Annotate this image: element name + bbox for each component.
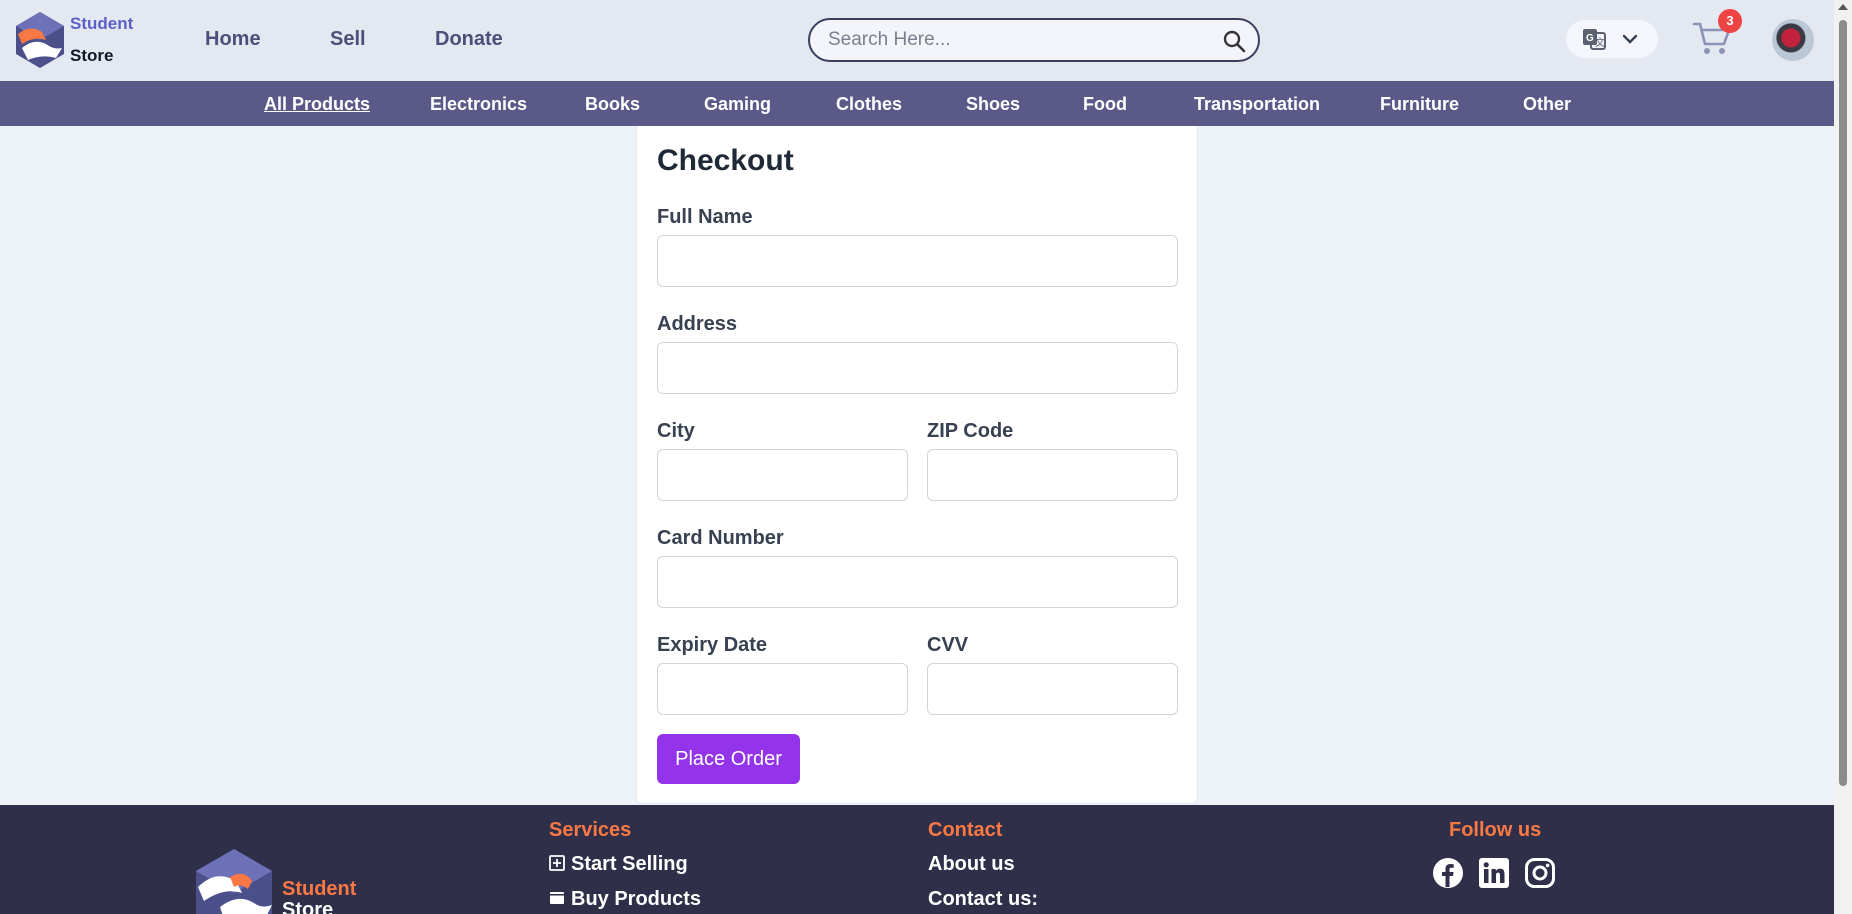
- address-label: Address: [657, 313, 738, 335]
- nav-sell-link[interactable]: Sell: [330, 28, 366, 51]
- nav-home-link[interactable]: Home: [205, 28, 261, 51]
- plus-square-icon: [549, 855, 565, 871]
- logo-text-store: Store: [70, 46, 114, 65]
- category-all-products[interactable]: All Products: [264, 94, 370, 115]
- city-label: City: [657, 420, 695, 442]
- footer-start-selling-label: Start Selling: [571, 853, 688, 875]
- category-transportation[interactable]: Transportation: [1194, 94, 1320, 115]
- chevron-down-icon: [1622, 34, 1638, 44]
- nav-donate-link[interactable]: Donate: [435, 28, 503, 51]
- category-clothes[interactable]: Clothes: [836, 94, 902, 115]
- search-input[interactable]: [828, 28, 1208, 52]
- svg-text:G: G: [1586, 33, 1594, 44]
- checkout-form: Checkout Full Name Address City ZIP Code…: [636, 126, 1198, 804]
- wallet-icon: [550, 892, 564, 904]
- category-shoes[interactable]: Shoes: [966, 94, 1020, 115]
- card-number-field[interactable]: [657, 556, 1178, 608]
- facebook-icon[interactable]: [1432, 857, 1464, 889]
- user-avatar[interactable]: [1772, 19, 1814, 61]
- expiry-date-field[interactable]: [657, 663, 908, 715]
- search-icon[interactable]: [1222, 29, 1246, 53]
- footer-buy-products-link[interactable]: Buy Products: [549, 888, 701, 911]
- language-selector[interactable]: G 文: [1566, 20, 1658, 58]
- category-food[interactable]: Food: [1083, 94, 1127, 115]
- instagram-icon[interactable]: [1524, 857, 1556, 889]
- cvv-label: CVV: [927, 634, 969, 656]
- linkedin-icon[interactable]: [1478, 857, 1510, 889]
- category-books[interactable]: Books: [585, 94, 640, 115]
- cart-count-badge: 3: [1718, 9, 1742, 33]
- expiry-date-label: Expiry Date: [657, 634, 768, 656]
- footer-contact-us-link[interactable]: Contact us:: [928, 888, 1038, 911]
- top-header: Student Store Home Sell Donate G 文 3: [0, 0, 1834, 81]
- category-electronics[interactable]: Electronics: [430, 94, 527, 115]
- scroll-up-arrow-icon[interactable]: [1838, 4, 1848, 10]
- footer-start-selling-link[interactable]: Start Selling: [549, 853, 688, 876]
- footer-logo-hands-icon: [196, 849, 272, 914]
- category-bar: All Products Electronics Books Gaming Cl…: [0, 81, 1834, 126]
- footer-logo-text-store: Store: [282, 899, 334, 914]
- footer-logo-text-student: Student: [282, 878, 357, 900]
- logo-text-student: Student: [70, 14, 134, 33]
- svg-text:文: 文: [1595, 36, 1605, 49]
- category-other[interactable]: Other: [1523, 94, 1571, 115]
- footer-follow-heading: Follow us: [1449, 819, 1542, 841]
- full-name-label: Full Name: [657, 206, 753, 228]
- page-scrollbar[interactable]: [1834, 0, 1852, 914]
- page-footer: Student Store Services Start Selling Buy…: [0, 805, 1834, 914]
- full-name-field[interactable]: [657, 235, 1178, 287]
- place-order-button[interactable]: Place Order: [657, 734, 800, 784]
- cvv-field[interactable]: [927, 663, 1178, 715]
- card-number-label: Card Number: [657, 527, 784, 549]
- scrollbar-thumb[interactable]: [1839, 20, 1847, 786]
- category-gaming[interactable]: Gaming: [704, 94, 771, 115]
- footer-services-heading: Services: [549, 819, 632, 841]
- address-field[interactable]: [657, 342, 1178, 394]
- zip-code-field[interactable]: [927, 449, 1178, 501]
- footer-logo[interactable]: Student Store: [190, 847, 390, 914]
- category-furniture[interactable]: Furniture: [1380, 94, 1459, 115]
- footer-buy-products-label: Buy Products: [571, 888, 702, 910]
- search-bar: [808, 18, 1260, 62]
- checkout-title: Checkout: [657, 144, 794, 177]
- store-logo[interactable]: Student Store: [12, 10, 142, 72]
- translate-icon: G 文: [1583, 29, 1606, 50]
- zip-code-label: ZIP Code: [927, 420, 1014, 442]
- footer-about-us-link[interactable]: About us: [928, 853, 1015, 876]
- logo-hands-icon: [16, 12, 64, 68]
- footer-contact-heading: Contact: [928, 819, 1003, 841]
- city-field[interactable]: [657, 449, 908, 501]
